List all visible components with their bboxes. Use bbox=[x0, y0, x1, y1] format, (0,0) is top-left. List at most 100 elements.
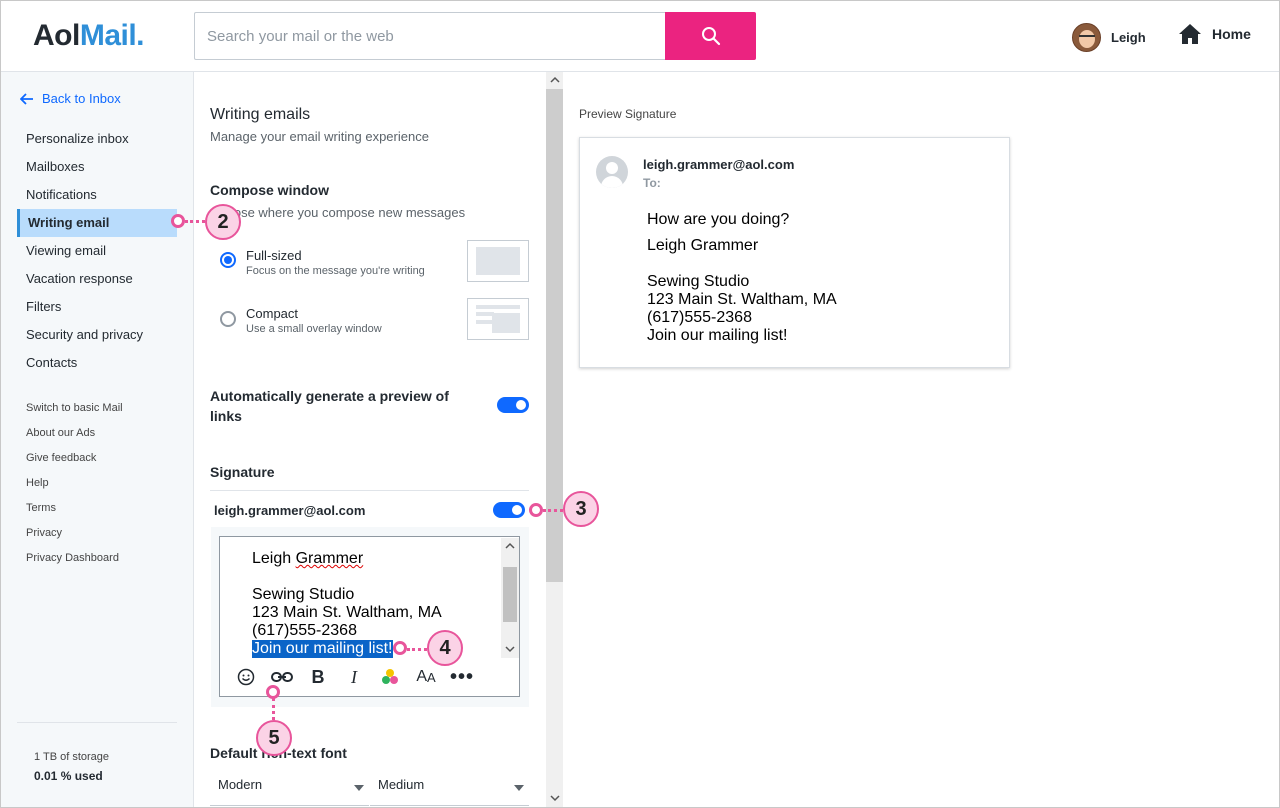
callout-5-marker bbox=[266, 685, 280, 699]
scroll-down-icon[interactable] bbox=[505, 646, 515, 653]
color-palette-icon[interactable] bbox=[372, 665, 408, 689]
home-label: Home bbox=[1212, 26, 1251, 42]
panel-scroll-up-icon[interactable] bbox=[550, 76, 560, 83]
sidebar-item-mailboxes[interactable]: Mailboxes bbox=[17, 153, 177, 181]
font-size-caret-icon[interactable] bbox=[514, 785, 524, 791]
privacy-link[interactable]: Privacy bbox=[26, 521, 123, 546]
font-size-icon[interactable]: AA bbox=[408, 665, 444, 689]
search-input[interactable]: Search your mail or the web bbox=[194, 12, 666, 60]
editor-line-name: Leigh Grammer bbox=[252, 550, 364, 567]
full-sized-label: Full-sized bbox=[246, 248, 302, 263]
full-sized-thumbnail[interactable] bbox=[467, 240, 529, 282]
about-ads-link[interactable]: About our Ads bbox=[26, 421, 123, 446]
sidebar-item-notifications[interactable]: Notifications bbox=[17, 181, 177, 209]
scroll-up-icon[interactable] bbox=[505, 542, 515, 549]
storage-used: 0.01 % used bbox=[34, 769, 103, 783]
compact-description: Use a small overlay window bbox=[246, 323, 382, 335]
callout-3: 3 bbox=[563, 491, 599, 527]
terms-link[interactable]: Terms bbox=[26, 496, 123, 521]
full-sized-radio[interactable] bbox=[220, 252, 236, 268]
user-name: Leigh bbox=[1111, 30, 1146, 45]
signature-editor[interactable]: Leigh Grammer Sewing Studio 123 Main St.… bbox=[219, 536, 520, 697]
preview-signature-label: Preview Signature bbox=[579, 107, 677, 121]
signature-account: leigh.grammer@aol.com bbox=[214, 503, 366, 518]
editor-scroll-thumb[interactable] bbox=[503, 567, 517, 622]
storage-total: 1 TB of storage bbox=[34, 751, 110, 763]
page-title: Writing emails bbox=[210, 106, 311, 123]
settings-sidebar: Back to Inbox Personalize inbox Mailboxe… bbox=[1, 72, 194, 807]
compact-thumbnail[interactable] bbox=[467, 298, 529, 340]
compact-radio[interactable] bbox=[220, 311, 236, 327]
preview-line-greeting: How are you doing? bbox=[647, 211, 790, 228]
preview-line-name: Leigh Grammer bbox=[647, 237, 759, 254]
more-options-icon[interactable]: ••• bbox=[444, 665, 480, 689]
sidebar-item-filters[interactable]: Filters bbox=[17, 293, 177, 321]
font-family-underline bbox=[210, 805, 369, 806]
emoji-icon[interactable] bbox=[228, 665, 264, 689]
app-window: AolMail. Search your mail or the web Lei… bbox=[0, 0, 1280, 808]
editor-toolbar: B I AA ••• bbox=[228, 665, 480, 689]
editor-line-address: 123 Main St. Waltham, MA bbox=[252, 604, 442, 621]
home-link[interactable]: Home bbox=[1178, 23, 1251, 45]
sidebar-divider bbox=[17, 722, 177, 723]
preview-line-address: 123 Main St. Waltham, MA bbox=[647, 291, 837, 308]
avatar bbox=[1072, 23, 1101, 52]
editor-line-selected[interactable]: Join our mailing list! bbox=[252, 640, 393, 658]
sender-avatar-icon bbox=[596, 156, 628, 188]
back-to-inbox-link[interactable]: Back to Inbox bbox=[20, 91, 121, 106]
preview-from: leigh.grammer@aol.com bbox=[643, 157, 795, 172]
callout-3-connector bbox=[543, 509, 563, 512]
give-feedback-link[interactable]: Give feedback bbox=[26, 446, 123, 471]
auto-preview-toggle[interactable] bbox=[497, 397, 529, 413]
aol-mail-logo[interactable]: AolMail. bbox=[33, 19, 145, 53]
bold-icon[interactable]: B bbox=[300, 665, 336, 689]
profile-menu[interactable]: Leigh bbox=[1072, 23, 1146, 52]
compact-label: Compact bbox=[246, 306, 299, 321]
signature-divider bbox=[210, 490, 529, 491]
help-link[interactable]: Help bbox=[26, 471, 123, 496]
sidebar-item-viewing-email[interactable]: Viewing email bbox=[17, 237, 177, 265]
sidebar-item-contacts[interactable]: Contacts bbox=[17, 349, 177, 377]
writing-email-settings: Writing emails Manage your email writing… bbox=[195, 72, 546, 807]
callout-2-connector bbox=[185, 220, 205, 223]
compose-window-heading: Compose window bbox=[210, 182, 329, 198]
sidebar-item-writing-email[interactable]: Writing email bbox=[17, 209, 177, 237]
font-size-select[interactable]: Medium bbox=[378, 777, 424, 792]
search-button[interactable] bbox=[665, 12, 756, 60]
callout-4-connector bbox=[407, 648, 427, 651]
search-icon bbox=[701, 27, 720, 46]
editor-line-phone: (617)555-2368 bbox=[252, 622, 357, 639]
auto-preview-label: Automatically generate a preview of link… bbox=[210, 388, 449, 424]
callout-4: 4 bbox=[427, 630, 463, 666]
callout-4-marker bbox=[393, 641, 407, 655]
sidebar-item-security-privacy[interactable]: Security and privacy bbox=[17, 321, 177, 349]
editor-line-studio: Sewing Studio bbox=[252, 586, 355, 603]
callout-5-connector bbox=[272, 698, 275, 720]
panel-scroll-down-icon[interactable] bbox=[550, 795, 560, 802]
font-size-underline bbox=[370, 805, 529, 806]
settings-nav: Personalize inbox Mailboxes Notification… bbox=[17, 125, 177, 377]
preview-line-mailing: Join our mailing list! bbox=[647, 327, 788, 344]
switch-basic-mail-link[interactable]: Switch to basic Mail bbox=[26, 396, 123, 421]
sidebar-item-vacation-response[interactable]: Vacation response bbox=[17, 265, 177, 293]
preview-line-studio: Sewing Studio bbox=[647, 273, 750, 290]
footer-links: Switch to basic Mail About our Ads Give … bbox=[26, 396, 123, 571]
sidebar-item-personalize-inbox[interactable]: Personalize inbox bbox=[17, 125, 177, 153]
signature-toggle[interactable] bbox=[493, 502, 525, 518]
signature-preview-card: leigh.grammer@aol.com To: How are you do… bbox=[579, 137, 1010, 368]
privacy-dashboard-link[interactable]: Privacy Dashboard bbox=[26, 546, 123, 571]
callout-2: 2 bbox=[205, 204, 241, 240]
callout-3-marker bbox=[529, 503, 543, 517]
top-header: AolMail. Search your mail or the web Lei… bbox=[1, 1, 1279, 72]
callout-5: 5 bbox=[256, 720, 292, 756]
search-placeholder: Search your mail or the web bbox=[207, 27, 394, 45]
callout-2-marker bbox=[171, 214, 185, 228]
compose-window-description: Choose where you compose new messages bbox=[210, 205, 466, 220]
italic-icon[interactable]: I bbox=[336, 665, 372, 689]
preview-line-phone: (617)555-2368 bbox=[647, 309, 752, 326]
font-family-select[interactable]: Modern bbox=[218, 777, 262, 792]
home-icon bbox=[1179, 24, 1201, 44]
font-family-caret-icon[interactable] bbox=[354, 785, 364, 791]
full-sized-description: Focus on the message you're writing bbox=[246, 265, 425, 277]
page-subtitle: Manage your email writing experience bbox=[210, 129, 429, 144]
